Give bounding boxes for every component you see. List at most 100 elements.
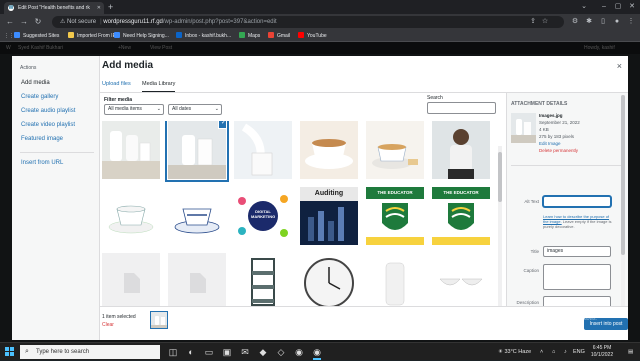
attachment-cart[interactable] [234, 253, 292, 311]
attachment-blue-teacup[interactable] [168, 187, 226, 245]
sidebar-icon[interactable]: ▯ [598, 17, 608, 27]
clear-selection-link[interactable]: Clear [102, 322, 114, 328]
document-placeholder-icon [102, 253, 160, 311]
attachment-filesize: 4 KB [539, 127, 549, 132]
extensions-icon[interactable]: ✱ [584, 17, 594, 27]
date-filter-select[interactable]: All dates ⌄ [168, 104, 222, 115]
chevron-down-icon: ⌄ [214, 106, 219, 112]
milk-glass-image [168, 121, 226, 179]
browser-tab[interactable]: W Edit Post "Health benefits and rk ✕ [4, 2, 104, 14]
address-bar[interactable]: ⚠ Not secure | wordpressguru11.rf.gd/wp-a… [52, 16, 564, 28]
volume-icon[interactable]: ♪ [564, 343, 567, 361]
menu-create-video-playlist[interactable]: Create video playlist [21, 122, 75, 128]
forward-button[interactable]: → [18, 16, 30, 28]
attachment-vase[interactable] [366, 253, 424, 311]
back-button[interactable]: ← [4, 16, 16, 28]
scrollbar-thumb[interactable] [498, 152, 502, 202]
attachment-placeholder-1[interactable] [102, 253, 160, 311]
caption-textarea[interactable] [543, 264, 611, 290]
selection-thumbnail[interactable] [150, 311, 168, 329]
digital-marketing-label: DIGITAL MARKETING [251, 209, 276, 219]
dropbox-icon[interactable]: ◇ [274, 345, 288, 359]
bowls-image [432, 253, 490, 311]
weather-indicator[interactable]: ☀ 33°C Haze [498, 343, 531, 361]
windows-start-button[interactable] [5, 347, 15, 357]
attachment-person[interactable] [432, 121, 490, 179]
app-icon[interactable]: ◆ [256, 345, 270, 359]
new-tab-button[interactable]: + [108, 2, 113, 13]
clock[interactable]: 6:45 PM 10/1/2022 [587, 345, 617, 359]
windows-icon [114, 32, 120, 38]
tab-media-library[interactable]: Media Library [142, 81, 176, 93]
educator-logo-image [432, 187, 490, 245]
attachment-milk-selected[interactable]: ✓ [168, 121, 226, 179]
notification-icon[interactable]: ▤ [628, 343, 633, 361]
title-input[interactable]: images [543, 246, 611, 257]
menu-create-gallery[interactable]: Create gallery [21, 94, 58, 100]
settings-icon[interactable]: ⚙ [570, 17, 580, 27]
tray-chevron-icon[interactable]: ˄ [540, 343, 543, 361]
attachment-tea-cup[interactable] [300, 121, 358, 179]
attachment-milk-1[interactable] [102, 121, 160, 179]
bookmark-gmail[interactable]: Gmail [268, 30, 290, 42]
not-secure-indicator[interactable]: ⚠ Not secure [60, 19, 96, 25]
attachment-placeholder-2[interactable] [168, 253, 226, 311]
delete-permanently-link[interactable]: Delete permanently [539, 148, 578, 153]
apps-icon[interactable]: ⋮⋮ [4, 30, 14, 42]
share-icon[interactable]: ⇪ [528, 17, 538, 27]
attachment-tea-set[interactable] [366, 121, 424, 179]
menu-heading: Actions [20, 65, 37, 71]
bookmark-maps[interactable]: Maps [239, 30, 260, 42]
close-icon[interactable]: × [617, 61, 622, 71]
trolley-cart-image [234, 253, 292, 311]
search-input[interactable] [427, 102, 496, 114]
url-path: /wp-admin/post.php?post=397&action=edit [162, 19, 277, 25]
bookmark-suggested-sites[interactable]: Suggested Sites [14, 30, 59, 42]
chevron-down-icon[interactable]: ⌄ [574, 0, 594, 14]
attachment-digital-marketing[interactable]: DIGITAL MARKETING [234, 187, 292, 245]
vase-image [366, 253, 424, 311]
tab-close-icon[interactable]: ✕ [97, 2, 101, 14]
gmail-icon [268, 32, 274, 38]
language-indicator[interactable]: ENG [573, 343, 585, 361]
menu-insert-from-url[interactable]: Insert from URL [21, 160, 63, 166]
attachment-filename: Images.jpg [539, 113, 563, 118]
task-view-icon[interactable]: ◫ [166, 345, 180, 359]
attachment-bowls[interactable] [432, 253, 490, 311]
attachment-educator-2[interactable]: THE EDUCATOR [432, 187, 490, 245]
attachment-teacup-saucer[interactable] [102, 187, 160, 245]
attachment-auditing[interactable]: Auditing [300, 187, 358, 245]
chrome-icon[interactable]: ◉ [292, 345, 306, 359]
bookmark-need-help[interactable]: Need Help Signing... [114, 30, 169, 42]
scrollbar-thumb[interactable] [621, 95, 625, 255]
check-icon[interactable]: ✓ [219, 121, 226, 128]
details-scrollbar[interactable] [621, 95, 625, 315]
bookmark-youtube[interactable]: YouTube [298, 30, 327, 42]
attachment-clock[interactable] [300, 253, 358, 311]
file-explorer-icon[interactable]: ▭ [202, 345, 216, 359]
mail-icon[interactable]: ✉ [238, 345, 252, 359]
attachment-milk-pour[interactable] [234, 121, 292, 179]
taskbar-search-box[interactable]: ⌕ Type here to search [20, 345, 160, 359]
attachments-grid: ✓ DIGITAL MARKETING Auditing THE EDUCATO… [102, 121, 502, 325]
network-icon[interactable]: ⌂ [552, 343, 555, 361]
star-icon[interactable]: ☆ [540, 17, 550, 27]
reload-button[interactable]: ↻ [32, 16, 44, 28]
menu-create-audio-playlist[interactable]: Create audio playlist [21, 108, 75, 114]
menu-add-media[interactable]: Add media [21, 80, 50, 86]
store-icon[interactable]: ▣ [220, 345, 234, 359]
chrome-active-icon[interactable]: ◉ [310, 345, 324, 360]
bookmark-inbox[interactable]: Inbox - kashif.bukh... [176, 30, 231, 42]
alt-text-input[interactable] [543, 196, 611, 207]
profile-avatar[interactable]: ● [612, 17, 622, 27]
media-type-select[interactable]: All media items ⌄ [104, 104, 164, 115]
milk-pour-image [234, 121, 292, 179]
menu-icon[interactable]: ⋮ [626, 17, 636, 27]
bookmark-imported-from-ie[interactable]: Imported From IE [68, 30, 116, 42]
edit-image-link[interactable]: Edit Image [539, 141, 561, 146]
close-window-button[interactable]: ✕ [622, 0, 640, 14]
edge-icon[interactable]: ◐ [184, 345, 198, 359]
menu-featured-image[interactable]: Featured image [21, 136, 63, 142]
tab-upload-files[interactable]: Upload files [102, 81, 131, 87]
attachment-educator-1[interactable]: THE EDUCATOR [366, 187, 424, 245]
